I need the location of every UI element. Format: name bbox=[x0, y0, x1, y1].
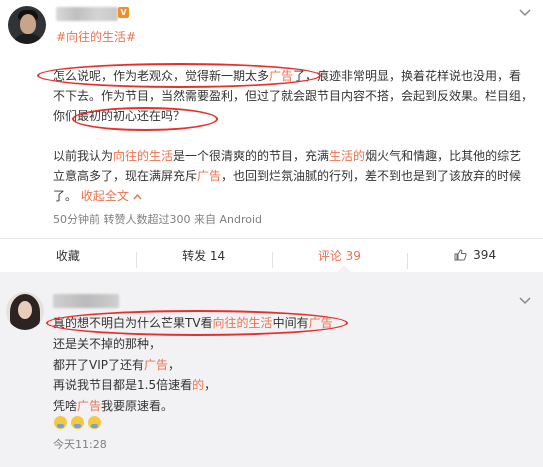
weibo-post: V #向往的生活# 怎么说呢，作为老观众，觉得新一期太多广告了，痕迹非常明显，换… bbox=[0, 0, 543, 282]
vip-badge-icon: V bbox=[118, 7, 129, 18]
post-actions-bar: 收藏 转发 14 评论 39 394 bbox=[0, 242, 543, 269]
comment-line-4: 再说我节目都是1.5倍速看的， bbox=[53, 378, 217, 392]
chevron-down-icon[interactable] bbox=[519, 9, 531, 17]
post-meta: 50分钟前 转赞人数超过300 来自 Android bbox=[53, 213, 263, 226]
comment-line-1: 真的想不明白为什么芒果TV看向往的生活中间有广告 bbox=[53, 316, 333, 330]
comment-timestamp: 今天11:28 bbox=[53, 438, 107, 451]
crying-face-icon bbox=[88, 416, 101, 429]
topic-link[interactable]: #向往的生活# bbox=[56, 28, 136, 45]
favorite-button[interactable]: 收藏 bbox=[0, 247, 136, 264]
author-name-blurred[interactable] bbox=[56, 7, 118, 21]
avatar-face bbox=[20, 14, 36, 34]
comment-line-2: 还是关不掉的那种， bbox=[53, 337, 162, 351]
thumbs-up-icon bbox=[454, 249, 467, 261]
commenter-name-blurred[interactable] bbox=[53, 294, 119, 308]
collapse-link[interactable]: 收起全文 bbox=[81, 189, 142, 203]
crying-face-icon bbox=[54, 416, 67, 429]
comment-line-5: 凭啥广告我要原速看。 bbox=[53, 399, 174, 413]
commenter-avatar-face bbox=[18, 301, 32, 319]
emoji-row bbox=[54, 416, 101, 429]
comment-chevron-down-icon[interactable] bbox=[519, 297, 531, 305]
post-paragraph-1: 怎么说呢，作为老观众，觉得新一期太多广告了，痕迹非常明显，换着花样说也没用，看不… bbox=[53, 69, 534, 123]
actions-divider bbox=[0, 238, 543, 239]
author-avatar[interactable] bbox=[8, 6, 46, 44]
like-button[interactable]: 394 bbox=[407, 248, 543, 269]
avatar-body bbox=[13, 34, 43, 44]
crying-face-icon bbox=[71, 416, 84, 429]
repost-button[interactable]: 转发 14 bbox=[135, 247, 272, 268]
comment-line-3: 都开了VIP了还有广告， bbox=[53, 358, 181, 372]
comment-button[interactable]: 评论 39 bbox=[271, 247, 408, 268]
commenter-avatar[interactable] bbox=[6, 292, 44, 330]
topic-inline-link: 向往的生活 bbox=[113, 149, 174, 163]
comment-tab-pointer bbox=[337, 265, 351, 272]
post-paragraph-2: 以前我认为向往的生活是一个很清爽的的节目，充满生活的烟火气和情趣，比其他的综艺立… bbox=[53, 149, 522, 203]
chevron-up-icon bbox=[133, 193, 142, 200]
